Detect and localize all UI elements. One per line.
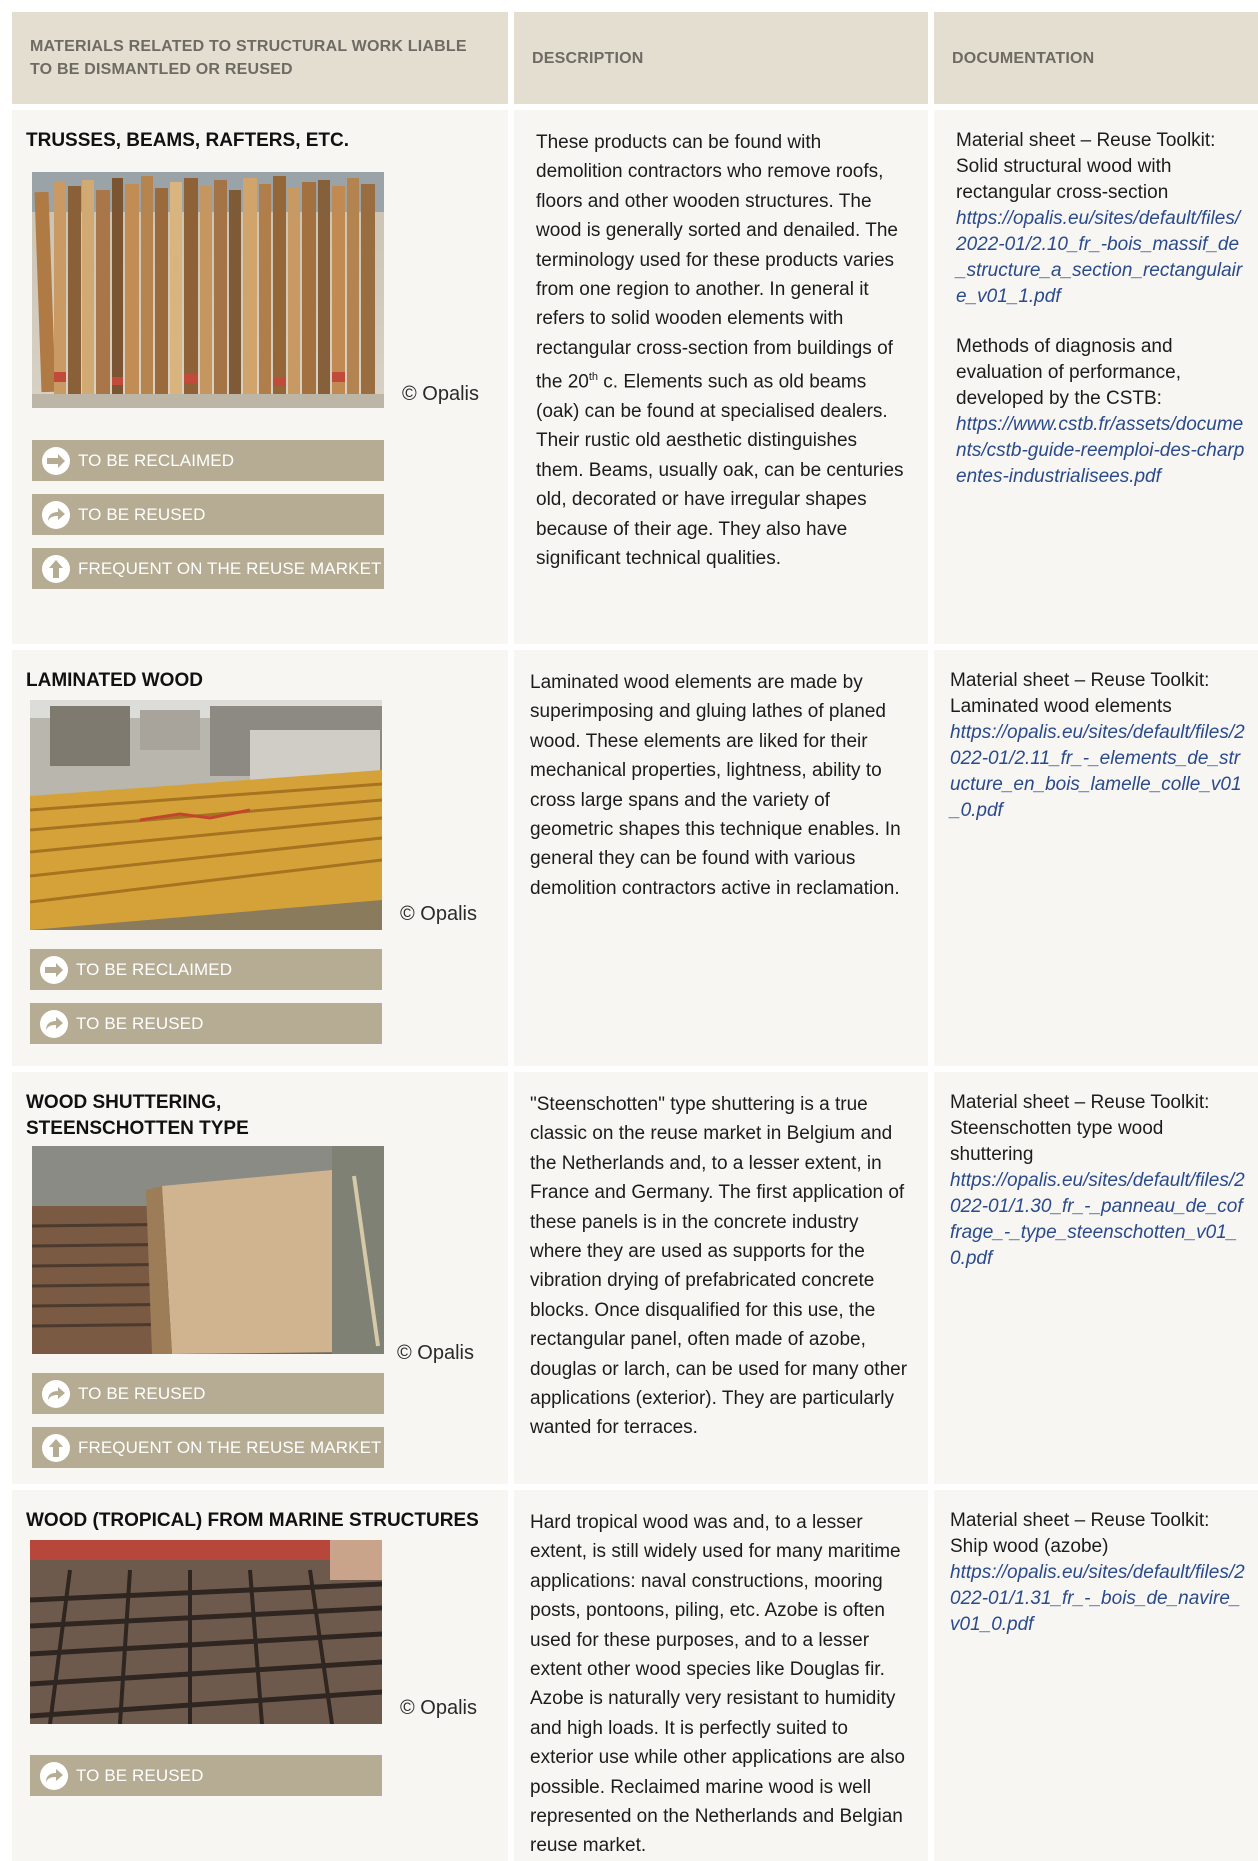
tag-label: TO BE REUSED <box>76 1013 204 1033</box>
tag-to-be-reused: TO BE REUSED <box>32 494 384 535</box>
description-trusses: These products can be found with demolit… <box>514 110 928 644</box>
doc-link[interactable]: https://www.cstb.fr/assets/documents/cst… <box>956 412 1246 490</box>
tag-label: TO BE RECLAIMED <box>78 450 235 470</box>
arrow-right-icon <box>42 446 70 475</box>
material-cell-wood-shuttering: WOOD SHUTTERING, STEENSCHOTTEN TYPE © Op… <box>12 1072 508 1484</box>
tag-label: TO BE REUSED <box>76 1765 204 1785</box>
documentation-wood-shuttering: Material sheet – Reuse Toolkit: Steensch… <box>934 1072 1258 1484</box>
tag-label: TO BE REUSED <box>78 504 206 524</box>
material-title: TRUSSES, BEAMS, RAFTERS, ETC. <box>26 130 350 151</box>
material-cell-trusses: TRUSSES, BEAMS, RAFTERS, ETC. © Opalis T… <box>12 110 508 644</box>
doc-link[interactable]: https://opalis.eu/sites/default/files/20… <box>956 206 1246 310</box>
doc-text: Material sheet – Reuse Toolkit: Steensch… <box>950 1092 1210 1165</box>
photo-credit: © Opalis <box>400 1697 477 1719</box>
doc-text: Material sheet – Reuse Toolkit: Ship woo… <box>950 1510 1210 1557</box>
header-description: DESCRIPTION <box>514 12 928 104</box>
tag-label: TO BE REUSED <box>78 1383 206 1403</box>
curved-arrow-right-icon <box>42 1379 70 1408</box>
doc-text: Methods of diagnosis and evaluation of p… <box>956 336 1181 409</box>
arrow-up-icon <box>42 554 70 583</box>
documentation-trusses: Material sheet – Reuse Toolkit: Solid st… <box>934 110 1258 644</box>
tag-label: FREQUENT ON THE REUSE MARKET <box>78 558 382 578</box>
doc-text: Material sheet – Reuse Toolkit: Solid st… <box>956 130 1216 203</box>
laminated-wood-photo <box>30 700 382 930</box>
material-title: LAMINATED WOOD <box>26 670 203 691</box>
tag-to-be-reclaimed: TO BE RECLAIMED <box>30 949 382 990</box>
description-marine-wood: Hard tropical wood was and, to a lesser … <box>514 1490 928 1861</box>
arrow-right-icon <box>40 955 68 984</box>
header-documentation: DOCUMENTATION <box>934 12 1258 104</box>
arrow-up-icon <box>42 1433 70 1462</box>
doc-link[interactable]: https://opalis.eu/sites/default/files/20… <box>950 1560 1246 1638</box>
description-laminated-wood: Laminated wood elements are made by supe… <box>514 650 928 1066</box>
material-title: WOOD SHUTTERING, STEENSCHOTTEN TYPE <box>26 1092 249 1139</box>
tag-to-be-reused: TO BE REUSED <box>30 1755 382 1796</box>
curved-arrow-right-icon <box>42 500 70 529</box>
doc-text: Material sheet – Reuse Toolkit: Laminate… <box>950 670 1210 717</box>
tag-label: TO BE RECLAIMED <box>76 959 233 979</box>
material-cell-laminated-wood: LAMINATED WOOD © Opalis TO BE RECLAIMED … <box>12 650 508 1066</box>
wood-shuttering-photo <box>32 1146 384 1354</box>
tag-frequent-on-reuse-market: FREQUENT ON THE REUSE MARKET <box>32 548 384 589</box>
marine-wood-photo <box>30 1540 382 1724</box>
tag-to-be-reused: TO BE REUSED <box>32 1373 384 1414</box>
trusses-photo <box>32 172 384 408</box>
doc-link[interactable]: https://opalis.eu/sites/default/files/20… <box>950 720 1246 824</box>
documentation-marine-wood: Material sheet – Reuse Toolkit: Ship woo… <box>934 1490 1258 1861</box>
documentation-laminated-wood: Material sheet – Reuse Toolkit: Laminate… <box>934 650 1258 1066</box>
photo-credit: © Opalis <box>397 1342 474 1364</box>
photo-credit: © Opalis <box>402 383 479 405</box>
materials-table: MATERIALS RELATED TO STRUCTURAL WORK LIA… <box>12 12 1258 1861</box>
tag-frequent-on-reuse-market: FREQUENT ON THE REUSE MARKET <box>32 1427 384 1468</box>
material-cell-marine-wood: WOOD (TROPICAL) FROM MARINE STRUCTURES ©… <box>12 1490 508 1861</box>
doc-link[interactable]: https://opalis.eu/sites/default/files/20… <box>950 1168 1246 1272</box>
tag-to-be-reused: TO BE REUSED <box>30 1003 382 1044</box>
photo-credit: © Opalis <box>400 903 477 925</box>
curved-arrow-right-icon <box>40 1009 68 1038</box>
tag-label: FREQUENT ON THE REUSE MARKET <box>78 1437 382 1457</box>
description-wood-shuttering: "Steenschotten" type shuttering is a tru… <box>514 1072 928 1484</box>
header-materials: MATERIALS RELATED TO STRUCTURAL WORK LIA… <box>12 12 508 104</box>
curved-arrow-right-icon <box>40 1761 68 1790</box>
material-title: WOOD (TROPICAL) FROM MARINE STRUCTURES <box>26 1510 479 1531</box>
tag-to-be-reclaimed: TO BE RECLAIMED <box>32 440 384 481</box>
